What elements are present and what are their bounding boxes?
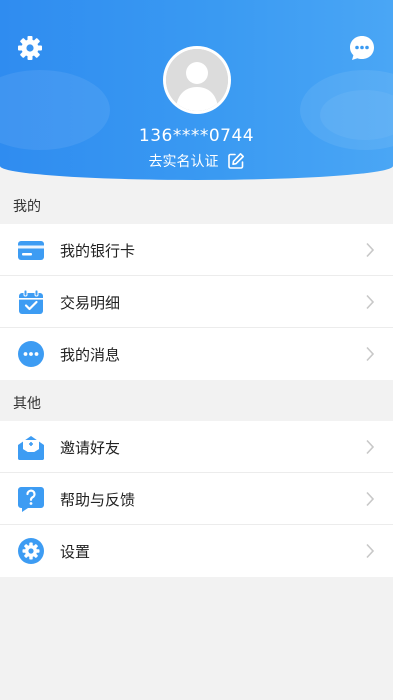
menu-item-label: 我的消息: [60, 346, 121, 364]
menu-item-label: 我的银行卡: [60, 242, 136, 260]
phone-number: 136****0744: [138, 126, 255, 146]
settings-gear-icon: [17, 537, 45, 565]
menu-item-label: 交易明细: [60, 294, 121, 312]
avatar[interactable]: [163, 46, 231, 114]
menu-item-transactions[interactable]: 交易明细: [0, 276, 393, 328]
menu-item-invite-friends[interactable]: 邀请好友: [0, 421, 393, 473]
calendar-check-icon: [17, 288, 45, 316]
profile-header: 136****0744 去实名认证: [0, 0, 393, 180]
menu-item-label: 设置: [60, 543, 91, 561]
menu-item-bank-card[interactable]: 我的银行卡: [0, 224, 393, 276]
verify-identity-label: 去实名认证: [148, 154, 219, 170]
section-title-other: 其他: [13, 396, 41, 412]
chevron-right-icon: [365, 242, 375, 258]
menu-list-mine: 我的银行卡 交易明细 我的消息: [0, 224, 393, 380]
menu-list-other: 邀请好友 帮助与反馈 设置: [0, 421, 393, 577]
bank-card-icon: [17, 236, 45, 264]
menu-item-label: 帮助与反馈: [60, 491, 136, 509]
menu-item-messages[interactable]: 我的消息: [0, 328, 393, 380]
settings-gear-icon[interactable]: [16, 34, 44, 62]
menu-item-settings[interactable]: 设置: [0, 525, 393, 577]
help-icon: [17, 485, 45, 513]
chevron-right-icon: [365, 439, 375, 455]
message-icon: [17, 340, 45, 368]
chevron-right-icon: [365, 543, 375, 559]
verify-identity-link[interactable]: 去实名认证: [0, 151, 393, 171]
chevron-right-icon: [365, 491, 375, 507]
edit-icon: [227, 152, 245, 170]
menu-item-label: 邀请好友: [60, 439, 121, 457]
chat-bubble-icon[interactable]: [348, 34, 376, 62]
chevron-right-icon: [365, 294, 375, 310]
default-avatar-icon: [166, 49, 228, 111]
chevron-right-icon: [365, 346, 375, 362]
menu-item-help-feedback[interactable]: 帮助与反馈: [0, 473, 393, 525]
invite-envelope-icon: [17, 433, 45, 461]
section-title-mine: 我的: [13, 199, 41, 215]
